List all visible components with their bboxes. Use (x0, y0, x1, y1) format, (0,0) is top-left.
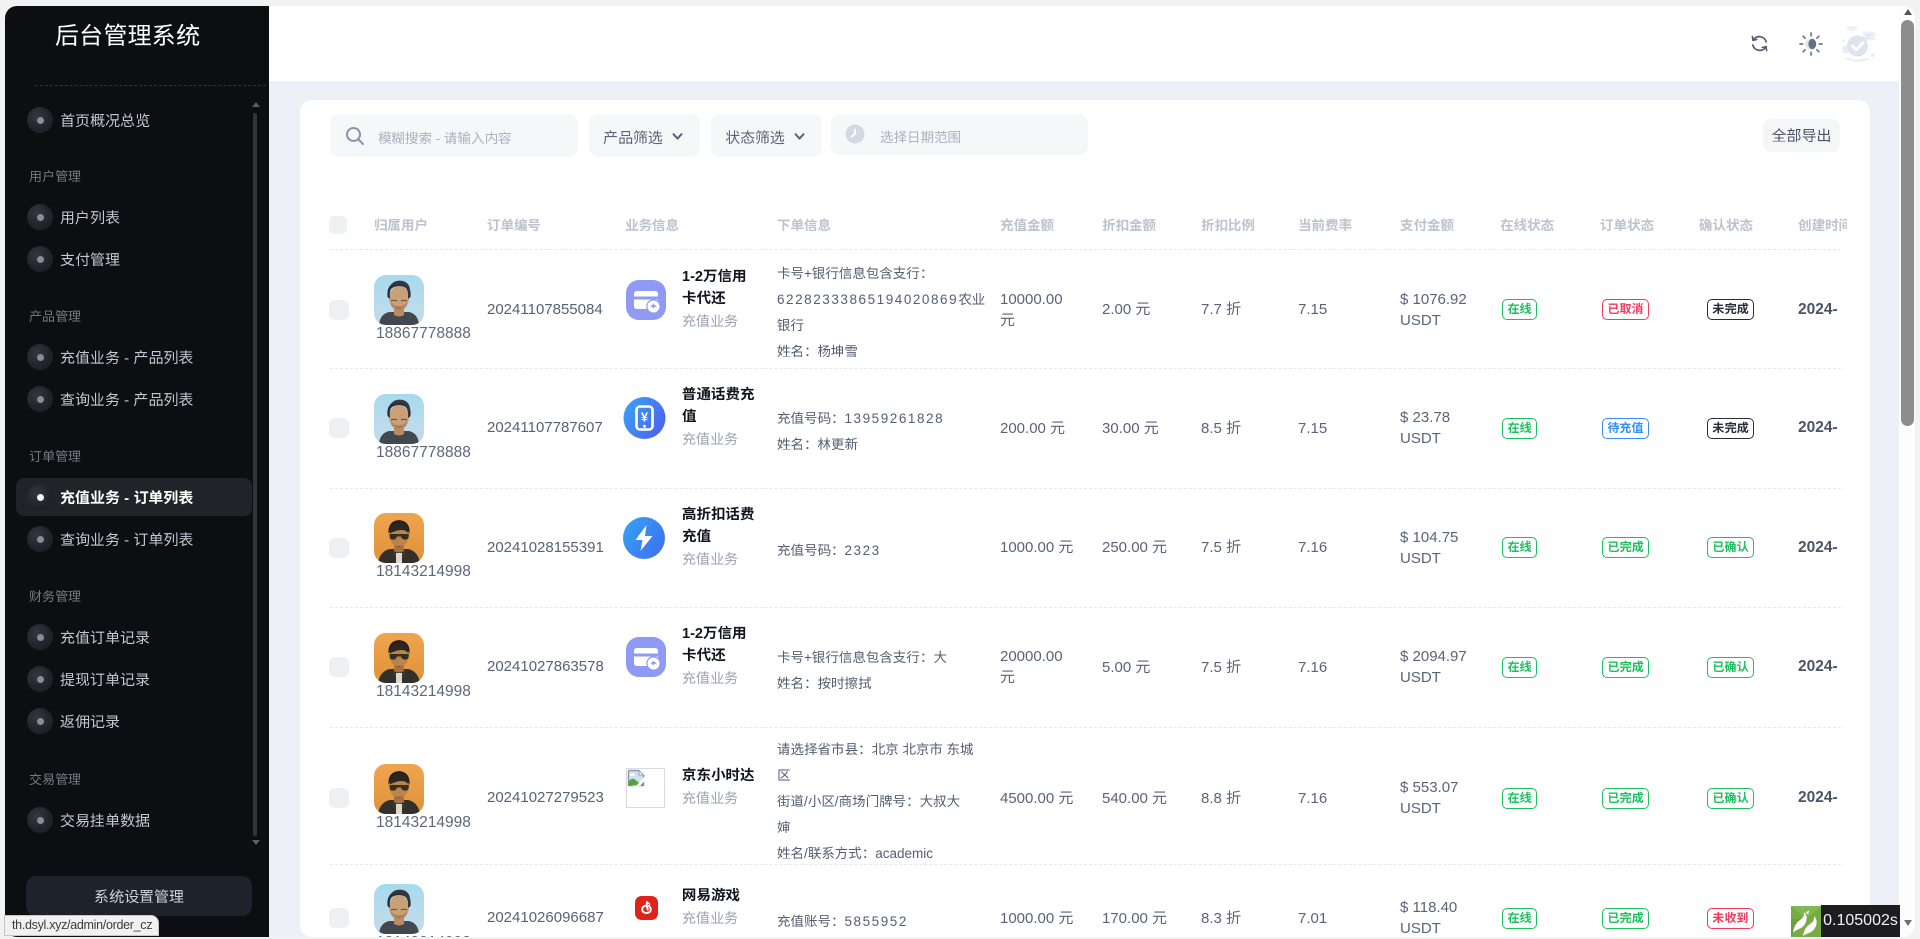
svg-text:¥: ¥ (641, 407, 649, 426)
